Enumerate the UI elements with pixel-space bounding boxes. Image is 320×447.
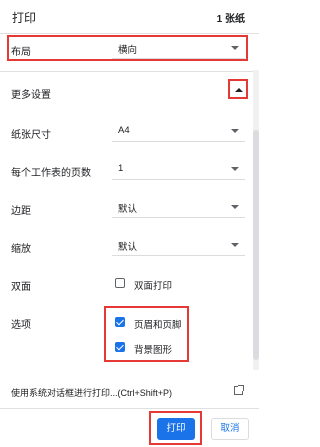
pages-per-sheet-value: 1 <box>118 163 124 174</box>
chevron-down-icon <box>231 167 239 171</box>
background-graphics-label: 背景图形 <box>134 345 173 356</box>
paper-size-select[interactable]: A4 <box>112 121 245 142</box>
sheet-count: 1 张纸 <box>216 14 245 25</box>
layout-select[interactable]: 横向 <box>112 38 245 59</box>
options-label: 选项 <box>11 320 31 331</box>
check-icon <box>116 342 124 351</box>
cancel-button[interactable]: 取消 <box>211 418 249 440</box>
open-external-icon[interactable] <box>234 385 244 395</box>
pages-per-sheet-select[interactable]: 1 <box>112 159 245 180</box>
check-icon <box>116 317 124 326</box>
layout-label: 布局 <box>11 47 31 58</box>
headers-footers-label: 页眉和页脚 <box>134 320 182 331</box>
section-divider <box>0 71 259 72</box>
margins-label: 边距 <box>11 206 31 217</box>
scrollbar-thumb[interactable] <box>253 130 259 360</box>
header-divider <box>0 33 259 34</box>
chevron-up-icon <box>235 88 243 92</box>
more-settings-label: 更多设置 <box>11 90 51 101</box>
headers-footers-checkbox[interactable] <box>115 317 125 327</box>
print-button[interactable]: 打印 <box>157 418 195 440</box>
chevron-down-icon <box>231 129 239 133</box>
more-settings-toggle[interactable] <box>228 79 248 99</box>
duplex-checkbox[interactable] <box>115 278 125 288</box>
background-graphics-checkbox[interactable] <box>115 342 125 352</box>
chevron-down-icon <box>231 205 239 209</box>
layout-value: 横向 <box>118 45 138 56</box>
scale-label: 缩放 <box>11 244 31 255</box>
margins-value: 默认 <box>118 204 138 215</box>
paper-size-label: 纸张尺寸 <box>11 130 51 141</box>
page-title: 打印 <box>12 11 37 25</box>
system-dialog-link[interactable]: 使用系统对话框进行打印...(Ctrl+Shift+P) <box>11 386 172 399</box>
chevron-down-icon <box>231 46 239 50</box>
scale-select[interactable]: 默认 <box>112 235 245 256</box>
duplex-checkbox-label: 双面打印 <box>134 281 173 292</box>
pages-per-sheet-label: 每个工作表的页数 <box>11 168 91 179</box>
chevron-down-icon <box>231 243 239 247</box>
margins-select[interactable]: 默认 <box>112 197 245 218</box>
print-header: 打印 1 张纸 <box>0 0 259 34</box>
scale-value: 默认 <box>118 242 138 253</box>
duplex-label: 双面 <box>11 282 31 293</box>
paper-size-value: A4 <box>118 125 130 136</box>
footer-divider <box>0 408 259 409</box>
